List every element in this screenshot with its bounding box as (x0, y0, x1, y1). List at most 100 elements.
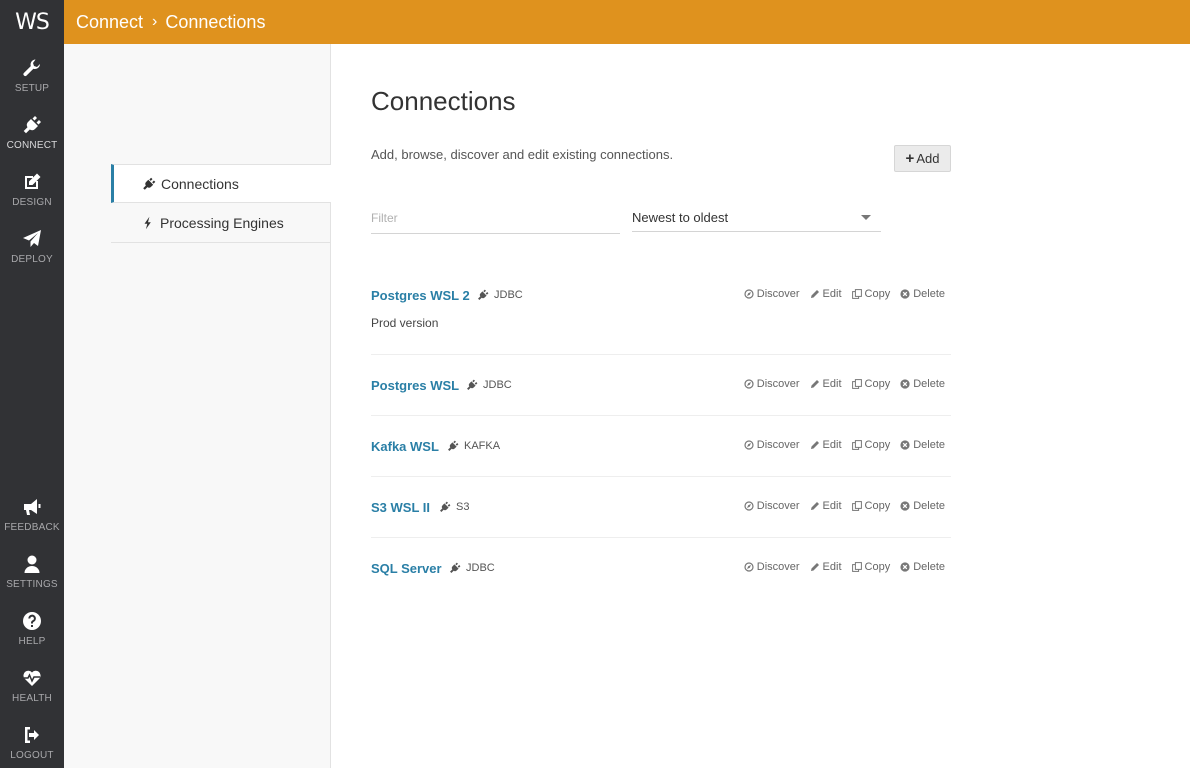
connection-description: Prod version (371, 316, 439, 330)
nav-deploy-label: DEPLOY (11, 254, 53, 265)
nav-settings[interactable]: SETTINGS (0, 550, 64, 600)
connection-name[interactable]: S3 WSL II (371, 500, 430, 515)
connection-name[interactable]: Postgres WSL 2 (371, 288, 470, 303)
row-actions: Discover Edit Copy Delete (734, 500, 945, 512)
copy-button[interactable]: Copy (851, 561, 890, 573)
edit-button[interactable]: Edit (810, 288, 842, 300)
close-circle-icon (900, 440, 910, 450)
connection-type-label: S3 (456, 501, 470, 513)
nav-feedback[interactable]: FEEDBACK (0, 493, 64, 543)
nav-design-label: DESIGN (12, 197, 52, 208)
sort-select[interactable]: Newest to oldest (632, 203, 881, 232)
close-circle-icon (900, 289, 910, 299)
connection-type-label: JDBC (466, 562, 495, 574)
nav-setup[interactable]: SETUP (0, 54, 64, 104)
connection-type: S3 (439, 501, 469, 513)
pencil-icon (810, 441, 819, 449)
discover-button[interactable]: Discover (744, 500, 800, 512)
nav-logout[interactable]: LOGOUT (0, 721, 64, 771)
nav-design[interactable]: DESIGN (0, 168, 64, 218)
megaphone-icon (24, 499, 41, 515)
nav-connect[interactable]: CONNECT (0, 111, 64, 161)
nav-health[interactable]: HEALTH (0, 664, 64, 714)
discover-button[interactable]: Discover (744, 378, 800, 390)
plug-icon (143, 177, 156, 190)
connection-row: Postgres WSL 2 JDBC Prod version Discove… (371, 288, 951, 355)
page-title: Connections (371, 86, 516, 116)
row-actions: Discover Edit Copy Delete (734, 378, 945, 390)
copy-icon (851, 501, 862, 511)
discover-button[interactable]: Discover (744, 288, 800, 300)
connection-row: Kafka WSL KAFKA Discover Edit Copy Delet… (371, 439, 951, 477)
subnav-item-connections[interactable]: Connections (111, 164, 331, 203)
discover-button[interactable]: Discover (744, 439, 800, 451)
copy-button[interactable]: Copy (851, 500, 890, 512)
connection-name[interactable]: Kafka WSL (371, 439, 439, 454)
copy-icon (851, 379, 862, 389)
subnav-item-processing-engines[interactable]: Processing Engines (111, 204, 331, 243)
connection-name[interactable]: SQL Server (371, 561, 442, 576)
user-icon (24, 555, 40, 573)
page-description: Add, browse, discover and edit existing … (371, 147, 674, 162)
edit-button[interactable]: Edit (810, 378, 842, 390)
connection-name[interactable]: Postgres WSL (371, 378, 459, 393)
connection-type-label: KAFKA (464, 440, 501, 452)
question-icon (23, 612, 41, 630)
plus-icon: + (905, 150, 915, 167)
edit-button[interactable]: Edit (810, 500, 842, 512)
delete-button[interactable]: Delete (900, 378, 945, 390)
connection-type-label: JDBC (494, 289, 523, 301)
copy-button[interactable]: Copy (851, 288, 890, 300)
paper-plane-icon (23, 230, 41, 247)
top-bar: Connect › Connections (64, 0, 1190, 44)
copy-button[interactable]: Copy (851, 378, 890, 390)
edit-icon (25, 173, 41, 189)
delete-button[interactable]: Delete (900, 500, 945, 512)
logo[interactable]: WS (0, 0, 64, 44)
connection-row: S3 WSL II S3 Discover Edit Copy Delete (371, 500, 951, 538)
delete-button[interactable]: Delete (900, 288, 945, 300)
discover-icon (744, 562, 754, 572)
close-circle-icon (900, 562, 910, 572)
discover-icon (744, 501, 754, 511)
main-nav: WS SETUP CONNECT DESIGN DEPLOY FEEDBACK … (0, 0, 64, 768)
nav-setup-label: SETUP (14, 83, 50, 94)
filter-input[interactable] (371, 203, 620, 234)
breadcrumb-current: Connections (165, 11, 266, 32)
edit-button[interactable]: Edit (810, 439, 842, 451)
subnav-item-label: Connections (161, 175, 239, 192)
delete-button[interactable]: Delete (900, 439, 945, 451)
row-actions: Discover Edit Copy Delete (734, 439, 945, 451)
copy-button[interactable]: Copy (851, 439, 890, 451)
copy-icon (851, 289, 862, 299)
plug-icon (478, 289, 489, 300)
nav-logout-label: LOGOUT (10, 750, 54, 761)
wrench-icon (23, 59, 40, 77)
copy-icon (851, 440, 862, 450)
nav-help[interactable]: HELP (0, 607, 64, 657)
breadcrumb-parent[interactable]: Connect (76, 12, 143, 33)
plug-icon (448, 440, 459, 451)
nav-feedback-label: FEEDBACK (4, 522, 60, 533)
delete-button[interactable]: Delete (900, 561, 945, 573)
connection-type-label: JDBC (483, 379, 512, 391)
add-connection-button[interactable]: + Add (894, 145, 951, 172)
nav-deploy[interactable]: DEPLOY (0, 225, 64, 275)
connection-type: KAFKA (447, 440, 500, 452)
row-actions: Discover Edit Copy Delete (734, 288, 945, 300)
edit-button[interactable]: Edit (810, 561, 842, 573)
breadcrumb-separator: › (152, 13, 158, 30)
plug-icon (23, 116, 41, 134)
row-actions: Discover Edit Copy Delete (734, 561, 945, 573)
add-button-label: Add (916, 151, 940, 166)
discover-icon (744, 440, 754, 450)
discover-button[interactable]: Discover (744, 561, 800, 573)
discover-icon (744, 289, 754, 299)
bolt-icon (144, 216, 151, 230)
connection-row: Postgres WSL JDBC Discover Edit Copy Del… (371, 378, 951, 416)
nav-health-label: HEALTH (12, 693, 52, 704)
chevron-down-icon (861, 214, 871, 220)
copy-icon (851, 562, 862, 572)
pencil-icon (810, 502, 819, 510)
plug-icon (450, 562, 461, 573)
